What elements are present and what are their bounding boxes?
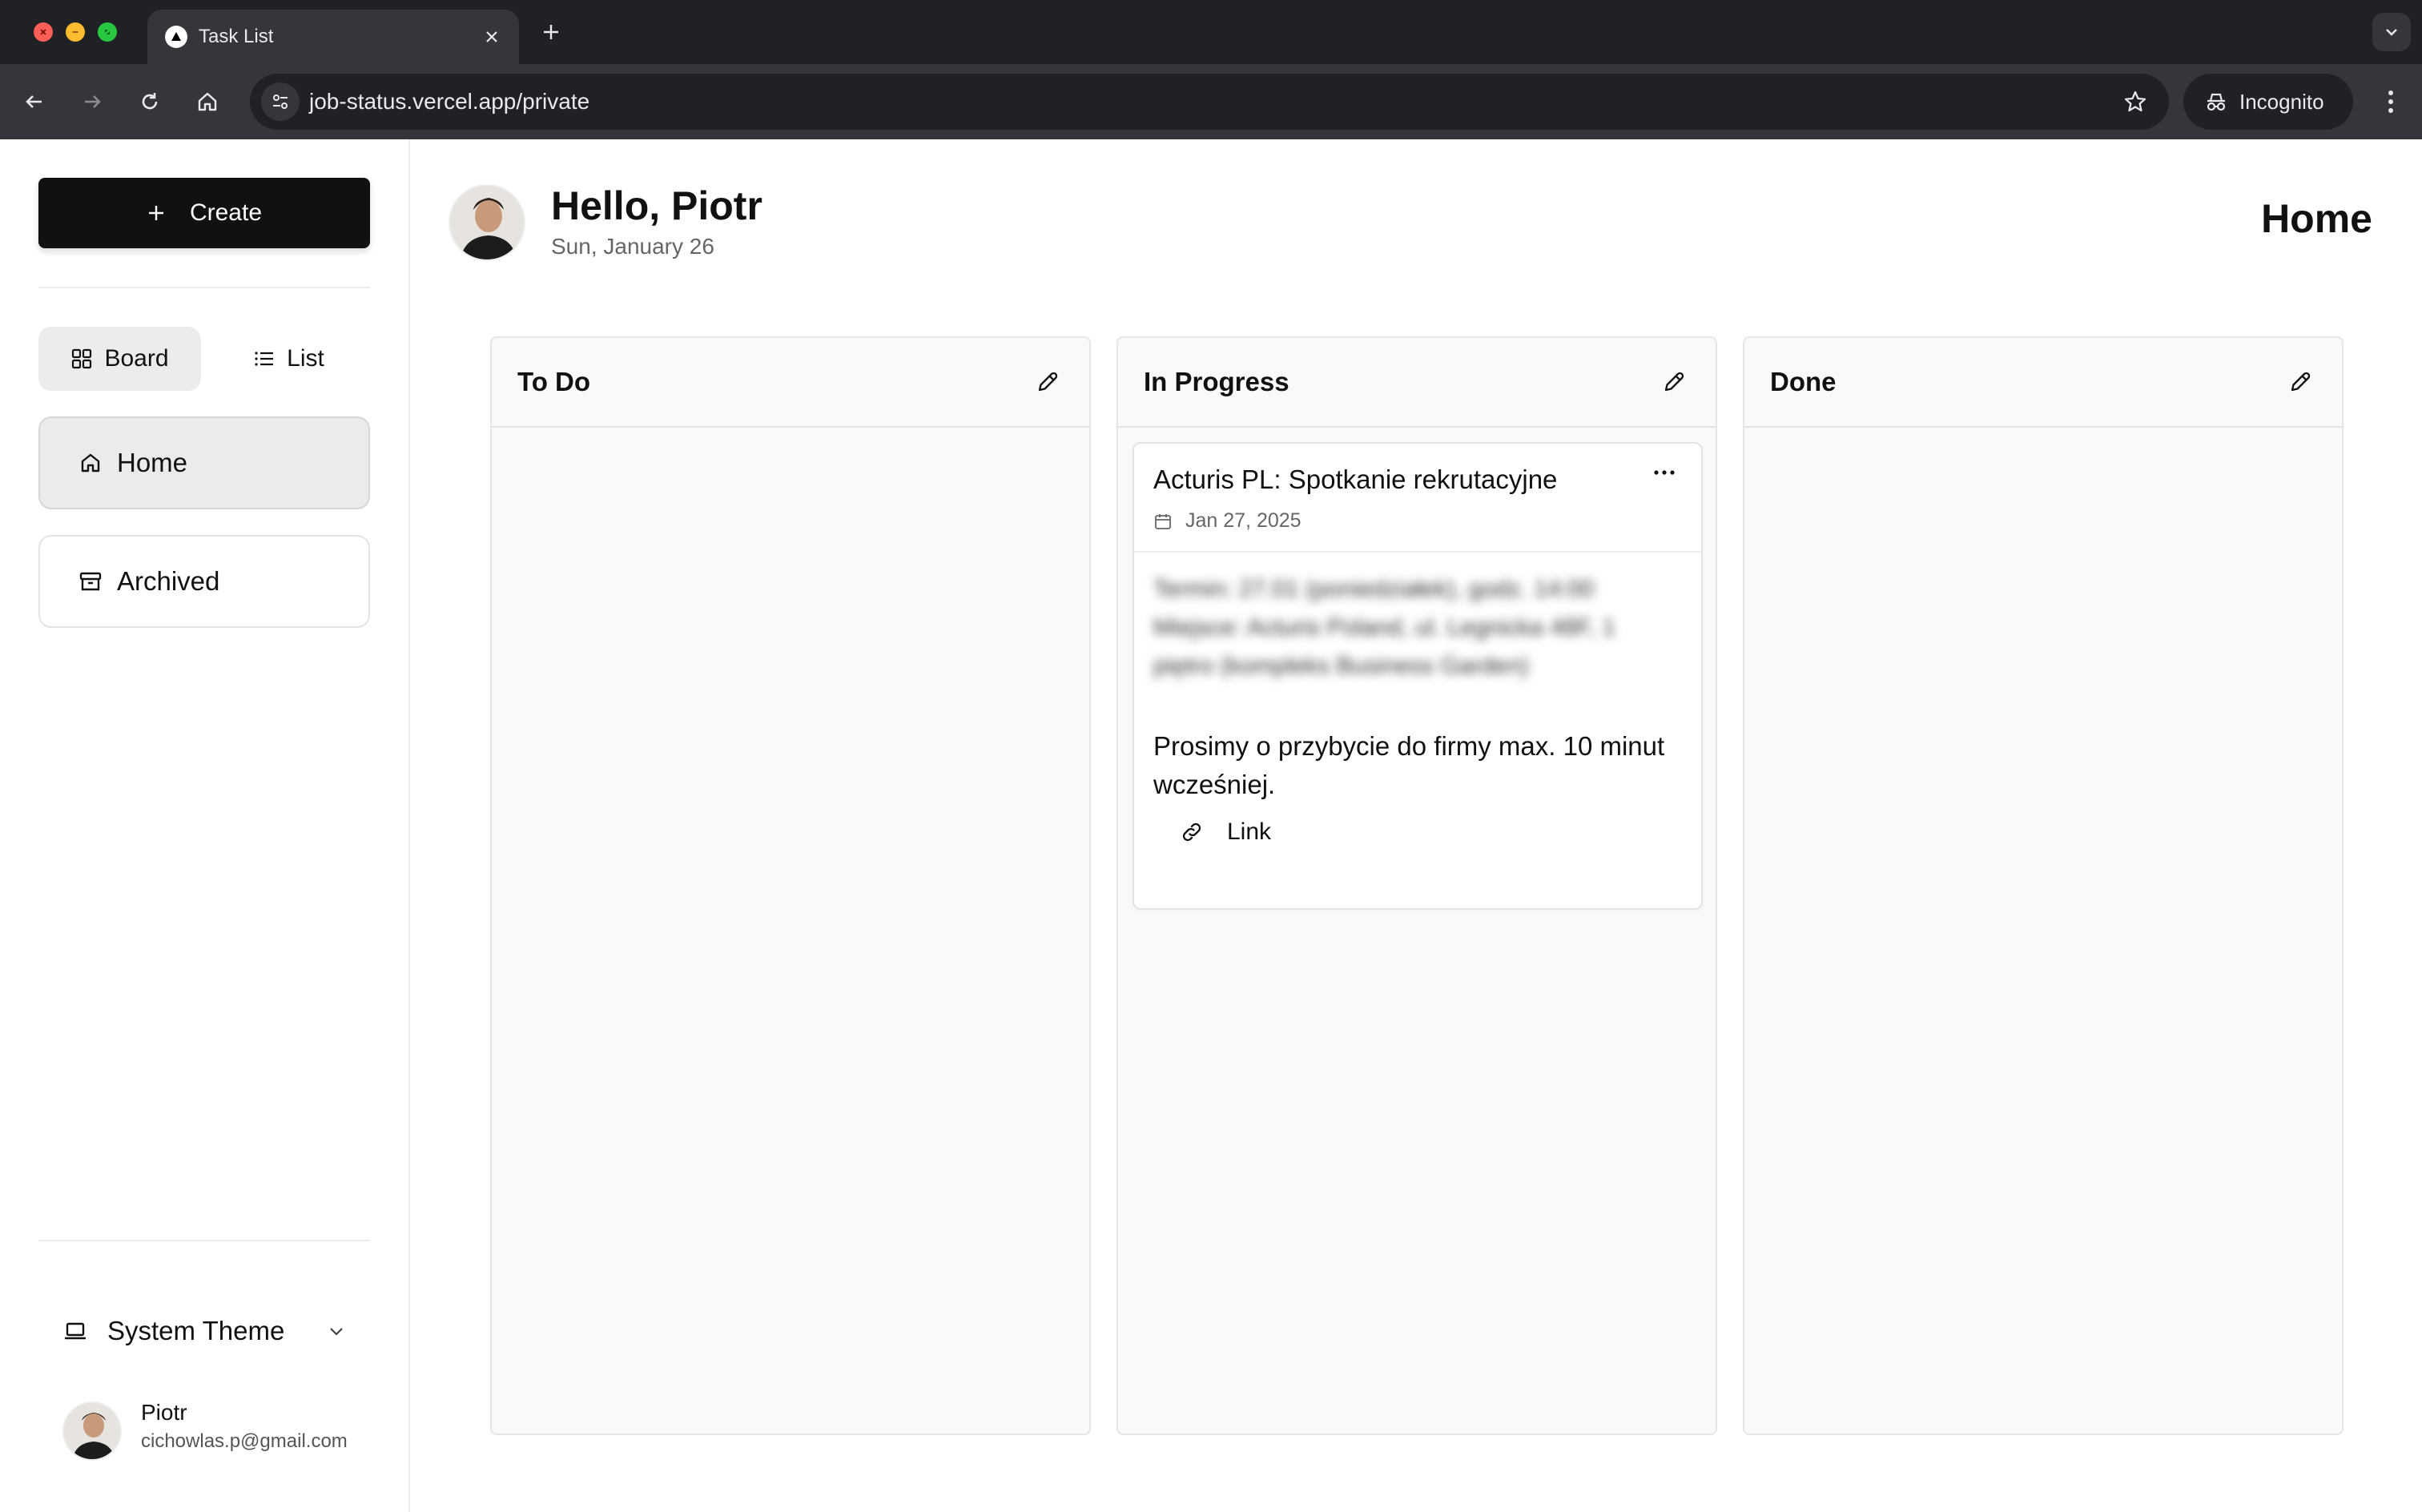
card-date: Jan 27, 2025 [1153, 509, 1302, 533]
column-done: Done [1743, 336, 2344, 1435]
column-title: In Progress [1144, 367, 1289, 396]
card-header: Acturis PL: Spotkanie rekrutacyjne Jan 2… [1134, 444, 1701, 553]
minus-icon [72, 31, 78, 33]
sidebar-item-label: Archived [117, 566, 220, 596]
card-date-text: Jan 27, 2025 [1185, 509, 1302, 532]
card-link[interactable]: Link [1179, 818, 1682, 846]
pencil-icon [1038, 372, 1058, 392]
home-icon [81, 453, 100, 472]
list-view-button[interactable]: List [207, 327, 370, 391]
forward-button[interactable] [72, 82, 112, 122]
edit-column-button[interactable] [2284, 366, 2316, 398]
pencil-icon [1664, 372, 1684, 392]
tab-title: Task List [199, 26, 274, 47]
sidebar-item-label: Home [117, 448, 188, 477]
close-window-button[interactable] [34, 22, 53, 42]
arrow-right-icon [85, 95, 101, 108]
view-toggle: Board List [38, 327, 370, 391]
create-button[interactable]: Create [38, 178, 370, 248]
list-icon [255, 352, 274, 366]
column-title: To Do [517, 367, 591, 396]
theme-label: System Theme [107, 1316, 285, 1345]
calendar-icon [1155, 513, 1171, 529]
card-options-button[interactable] [1645, 456, 1684, 489]
chevron-down-icon [330, 1328, 343, 1336]
card-title: Acturis PL: Spotkanie rekrutacyjne [1153, 464, 1558, 494]
column-title: Done [1770, 367, 1837, 396]
sidebar-item-home[interactable]: Home [38, 416, 370, 509]
tab-close-button[interactable] [479, 24, 505, 50]
incognito-label: Incognito [2239, 89, 2324, 114]
site-settings-icon[interactable] [261, 82, 300, 121]
sidebar-divider [38, 1240, 370, 1241]
maximize-window-button[interactable] [98, 22, 117, 42]
address-bar[interactable]: job-status.vercel.app/private [250, 74, 2169, 130]
card-description: Prosimy o przybycie do firmy max. 10 min… [1153, 731, 1665, 799]
url-text[interactable]: job-status.vercel.app/private [309, 90, 589, 114]
back-button[interactable] [14, 82, 54, 122]
incognito-icon [2207, 93, 2226, 111]
user-profile[interactable]: Piotr cichowlas.p@gmail.com [62, 1397, 399, 1461]
close-icon [486, 31, 497, 42]
archive-icon [79, 572, 102, 591]
tab-search-button[interactable] [2372, 13, 2411, 51]
expand-icon [105, 30, 110, 34]
column-in-progress: In Progress Acturis PL: Spotkanie rekrut… [1116, 336, 1717, 1435]
home-icon [198, 92, 217, 111]
laptop-icon [65, 1322, 86, 1340]
user-email: cichowlas.p@gmail.com [141, 1430, 348, 1452]
board-view-button[interactable]: Board [38, 327, 201, 391]
chevron-down-icon [2386, 29, 2397, 36]
board-view-label: Board [104, 345, 169, 372]
plus-icon [148, 206, 163, 220]
pencil-icon [2291, 372, 2311, 392]
reload-icon [142, 93, 158, 110]
browser-menu-button[interactable] [2371, 82, 2411, 122]
grid-icon [72, 348, 92, 369]
plus-icon [544, 25, 558, 39]
minimize-window-button[interactable] [66, 22, 85, 42]
sidebar-item-archived[interactable]: Archived [38, 535, 370, 628]
reload-button[interactable] [130, 82, 170, 122]
column-header: To Do [492, 338, 1089, 428]
sidebar-divider [38, 287, 370, 288]
column-header: Done [1744, 338, 2342, 428]
create-button-label: Create [189, 199, 263, 226]
edit-column-button[interactable] [1032, 366, 1064, 398]
incognito-badge[interactable]: Incognito [2183, 74, 2353, 130]
browser-tab[interactable]: Task List [147, 10, 519, 64]
arrow-left-icon [26, 95, 42, 108]
theme-selector[interactable]: System Theme [38, 1307, 370, 1355]
new-tab-button[interactable] [537, 18, 565, 46]
task-card[interactable]: Acturis PL: Spotkanie rekrutacyjne Jan 2… [1133, 442, 1703, 910]
user-name: Piotr [141, 1400, 187, 1425]
greeting: Hello, Piotr [551, 183, 762, 228]
link-icon [1182, 822, 1201, 842]
column-to-do: To Do [490, 336, 1091, 1435]
edit-column-button[interactable] [1658, 366, 1690, 398]
column-header: In Progress [1118, 338, 1716, 428]
current-date: Sun, January 26 [551, 234, 714, 259]
card-link-label: Link [1227, 818, 1272, 845]
blurred-details: Termin: 27.01 (poniedziałek), godz. 14:0… [1153, 576, 1615, 679]
vercel-icon [165, 26, 187, 48]
close-icon [40, 29, 46, 35]
page-title: Home [2261, 196, 2372, 241]
sidebar: Create Board List Home Archived System T… [0, 139, 410, 1512]
home-button[interactable] [187, 82, 227, 122]
browser-tab-bar: Task List [0, 0, 2422, 64]
list-view-label: List [287, 345, 324, 372]
card-body: Termin: 27.01 (poniedziałek), godz. 14:0… [1134, 553, 1701, 846]
avatar [62, 1401, 122, 1461]
avatar [449, 184, 525, 261]
kebab-menu-icon [2388, 90, 2393, 113]
more-horizontal-icon [1654, 470, 1675, 475]
bookmark-star-icon[interactable] [2119, 86, 2151, 118]
browser-toolbar: job-status.vercel.app/private Incognito [0, 64, 2422, 139]
